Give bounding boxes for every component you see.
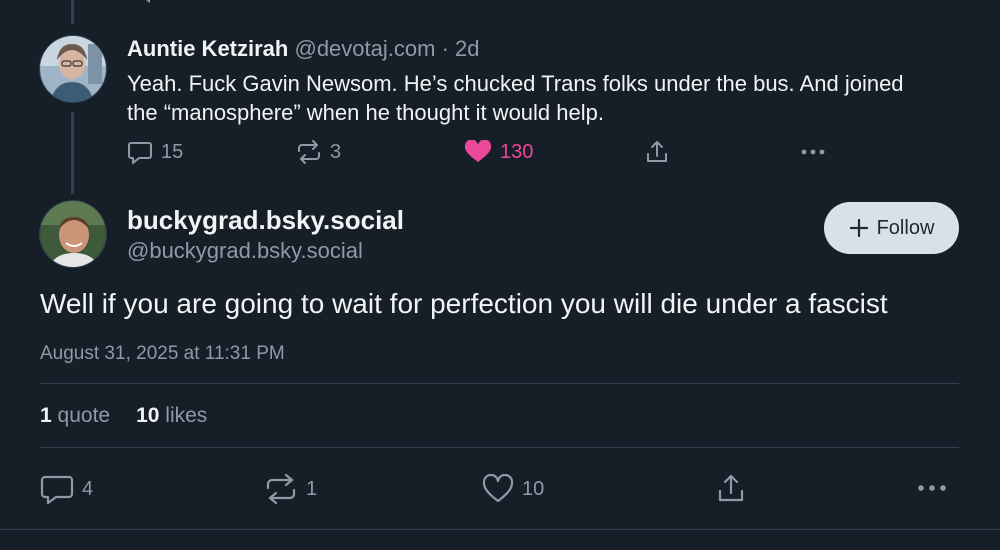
heart-icon-cutoff	[466, 0, 490, 4]
avatar-buckygrad[interactable]	[39, 200, 107, 268]
reply-reply-count: 15	[161, 140, 184, 163]
likes-stat[interactable]: 10 likes	[136, 404, 207, 428]
post-timestamp[interactable]: August 31, 2025 at 11:31 PM	[40, 343, 285, 365]
bottom-divider	[0, 529, 1000, 530]
post-repost-button[interactable]: 1	[264, 474, 317, 504]
post-repost-count: 1	[306, 477, 318, 500]
reply-author-line: Auntie Ketzirah @devotaj.com · 2d	[127, 36, 479, 62]
thread-view: Auntie Ketzirah @devotaj.com · 2d Yeah. …	[0, 0, 1000, 550]
post-like-count: 10	[522, 477, 545, 500]
quotes-label: quote	[57, 404, 111, 427]
reply-share-button[interactable]	[645, 139, 669, 165]
reply-text: Yeah. Fuck Gavin Newsom. He’s chucked Tr…	[127, 71, 904, 125]
plus-icon	[849, 218, 868, 238]
avatar-auntie-ketzirah[interactable]	[39, 35, 107, 103]
reply-display-name[interactable]: Auntie Ketzirah	[127, 36, 288, 61]
reply-reply-button[interactable]: 15	[127, 140, 183, 164]
quotes-count: 1	[40, 404, 52, 427]
reply-icon	[128, 142, 152, 164]
reply-repost-count: 3	[330, 140, 342, 163]
repost-icon-cutoff	[296, 0, 322, 4]
post-share-button[interactable]	[716, 472, 746, 504]
reply-icon	[40, 475, 74, 504]
heart-filled-icon	[464, 140, 492, 162]
post-text: Well if you are going to wait for perfec…	[40, 288, 888, 319]
repost-icon	[298, 140, 320, 164]
post-display-name[interactable]: buckygrad.bsky.social	[127, 205, 404, 236]
post-more-button[interactable]	[916, 478, 948, 498]
reply-icon-cutoff	[146, 0, 150, 4]
post-reply-button[interactable]: 4	[40, 474, 93, 504]
repost-icon	[266, 474, 296, 504]
divider-top	[40, 383, 959, 384]
reply-time-ago: · 2d	[441, 36, 480, 61]
post-like-button[interactable]: 10	[482, 474, 544, 504]
more-icon	[918, 485, 946, 491]
post-reply-count: 4	[82, 477, 94, 500]
heart-icon	[482, 474, 514, 503]
likes-label: likes	[165, 404, 208, 427]
share-icon-cutoff	[645, 0, 669, 4]
share-icon	[647, 141, 667, 162]
quotes-stat[interactable]: 1 quote	[40, 404, 110, 428]
more-icon	[801, 149, 825, 155]
avatar-image	[40, 36, 106, 102]
likes-count: 10	[136, 404, 160, 427]
thread-line-top	[71, 0, 74, 24]
post-handle[interactable]: @buckygrad.bsky.social	[127, 238, 363, 264]
thread-line-middle	[71, 112, 74, 194]
post-stats: 1 quote 10 likes	[40, 404, 207, 428]
share-icon	[718, 474, 744, 502]
follow-button[interactable]: Follow	[824, 202, 959, 254]
follow-label: Follow	[876, 216, 935, 239]
reply-like-count: 130	[500, 140, 534, 163]
reply-handle[interactable]: @devotaj.com	[294, 36, 435, 61]
divider-bottom	[40, 447, 959, 448]
reply-repost-button[interactable]: 3	[296, 140, 341, 164]
reply-more-button[interactable]	[800, 142, 826, 162]
avatar-image	[40, 201, 106, 267]
reply-like-button[interactable]: 130	[464, 140, 533, 164]
